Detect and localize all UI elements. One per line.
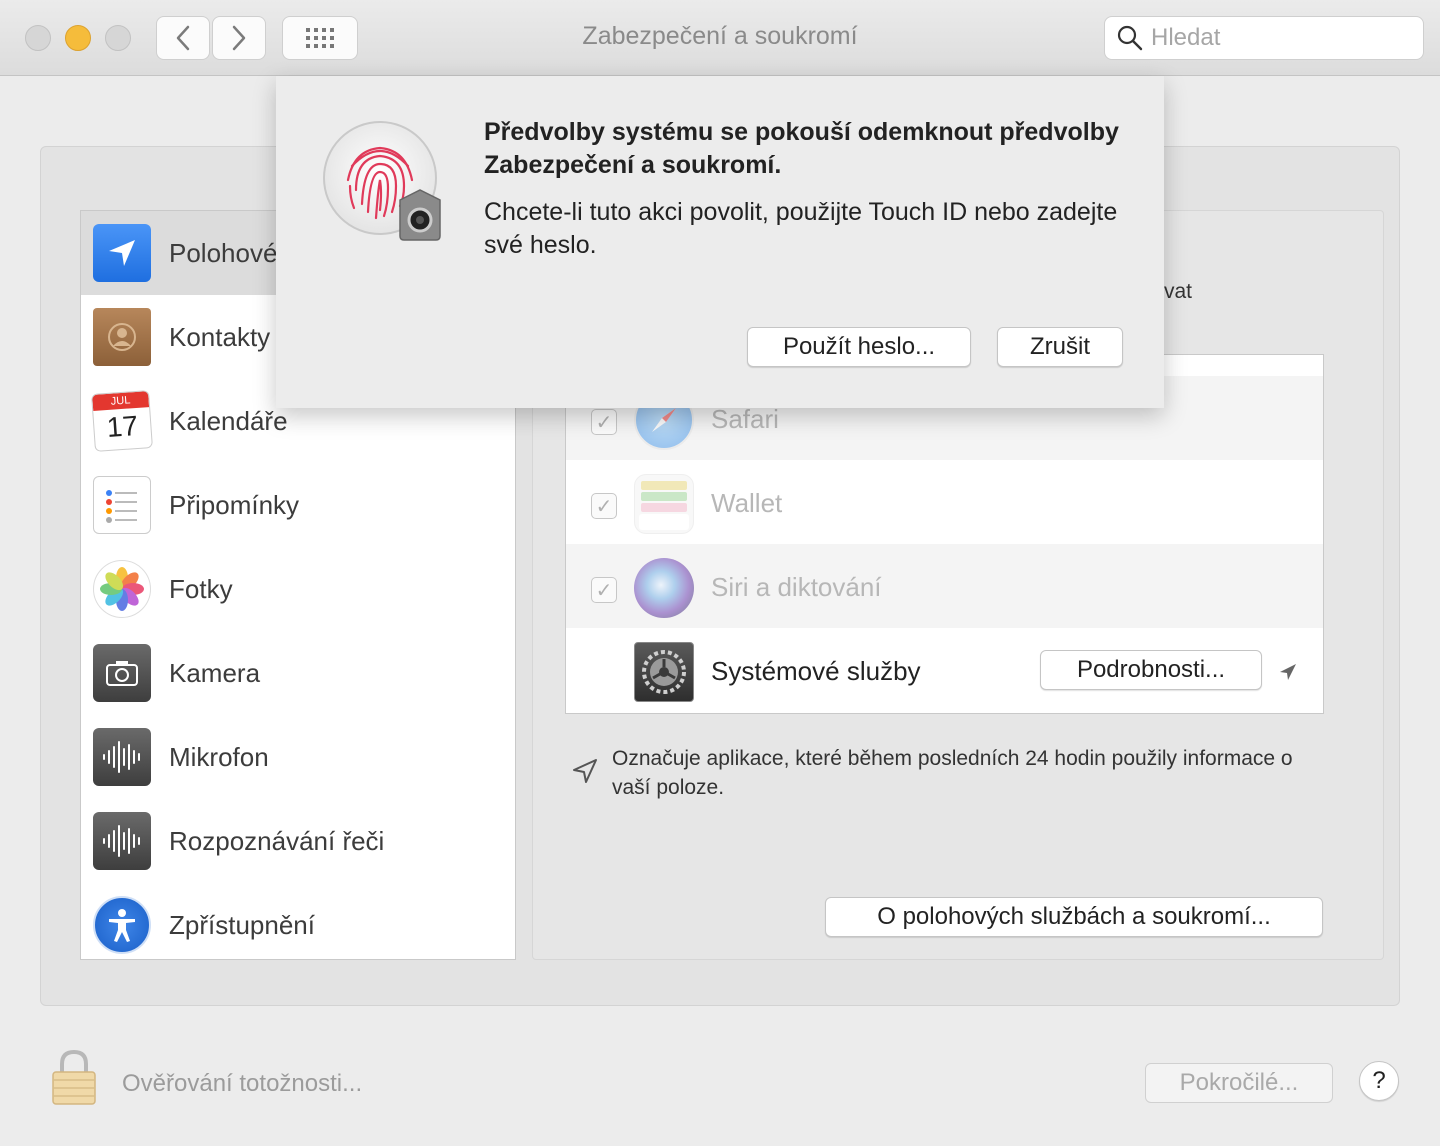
search-input[interactable] [1151,24,1421,52]
help-button[interactable]: ? [1359,1061,1399,1101]
title-bar: Zabezpečení a soukromí [0,0,1440,76]
contacts-book-icon [93,308,151,366]
search-icon [1117,25,1143,51]
photos-icon [93,560,151,618]
system-services-gear-icon [634,642,694,702]
reminders-icon [93,476,151,534]
accessibility-icon [93,896,151,954]
microphone-icon [93,728,151,786]
sidebar-item-label: Mikrofon [169,741,269,772]
advanced-button[interactable]: Pokročilé... [1145,1063,1333,1103]
sidebar-item-reminders[interactable]: Připomínky [81,463,515,547]
safari-checkbox[interactable]: ✓ [591,409,617,435]
sidebar-item-label: Připomínky [169,489,300,520]
about-location-privacy-button[interactable]: O polohových službách a soukromí... [825,897,1323,937]
speech-recognition-icon [93,812,151,870]
location-arrow-icon [573,759,597,783]
dialog-title: Předvolby systému se pokouší odemknout p… [484,118,1119,179]
cancel-button[interactable]: Zrušit [997,327,1123,367]
sidebar-item-accessibility[interactable]: Zpřístupnění [81,883,515,959]
sidebar-item-label: Polohové [169,237,278,268]
sidebar-item-label: Kalendáře [169,405,288,436]
sidebar-item-label: Fotky [169,573,233,604]
list-item[interactable]: Systémové služby Podrobnosti... [566,628,1323,712]
calendar-icon: JUL 17 [91,390,153,452]
sidebar-item-label: Zpřístupnění [169,909,315,940]
use-password-button[interactable]: Použít heslo... [747,327,971,367]
partial-description-text: vat [1164,280,1193,303]
siri-icon [634,558,694,618]
app-location-list[interactable]: ✓ Safari ✓ Wallet ✓ Siri a diktování Sys… [565,354,1324,714]
sidebar-item-photos[interactable]: Fotky [81,547,515,631]
list-item[interactable]: ✓ Wallet [566,460,1323,544]
wallet-icon [634,474,694,534]
siri-checkbox[interactable]: ✓ [591,577,617,603]
sidebar-item-label: Kamera [169,657,261,688]
location-arrow-icon [93,224,151,282]
sidebar-item-speech-recognition[interactable]: Rozpoznávání řeči [81,799,515,883]
app-label: Wallet [711,488,783,518]
app-label: Safari [711,404,779,434]
wallet-checkbox[interactable]: ✓ [591,493,617,519]
sidebar-item-microphone[interactable]: Mikrofon [81,715,515,799]
app-label: Systémové služby [711,656,921,686]
sidebar-item-camera[interactable]: Kamera [81,631,515,715]
app-label: Siri a diktování [711,572,882,602]
authentication-status-label: Ověřování totožnosti... [122,1070,363,1097]
camera-icon [93,644,151,702]
dialog-message: Chcete-li tuto akci povolit, použijte To… [484,198,1118,259]
touch-id-lock-icon [323,121,441,241]
details-button[interactable]: Podrobnosti... [1040,650,1262,690]
location-arrow-icon [1280,664,1296,680]
lock-icon[interactable] [50,1048,98,1106]
search-field[interactable] [1104,16,1424,60]
sidebar-item-label: Kontakty [169,321,271,352]
authentication-dialog: Předvolby systému se pokouší odemknout p… [276,76,1164,408]
location-usage-note: Označuje aplikace, které během posledníc… [612,747,1293,799]
list-item[interactable]: ✓ Siri a diktování [566,544,1323,628]
sidebar-item-label: Rozpoznávání řeči [169,825,385,856]
